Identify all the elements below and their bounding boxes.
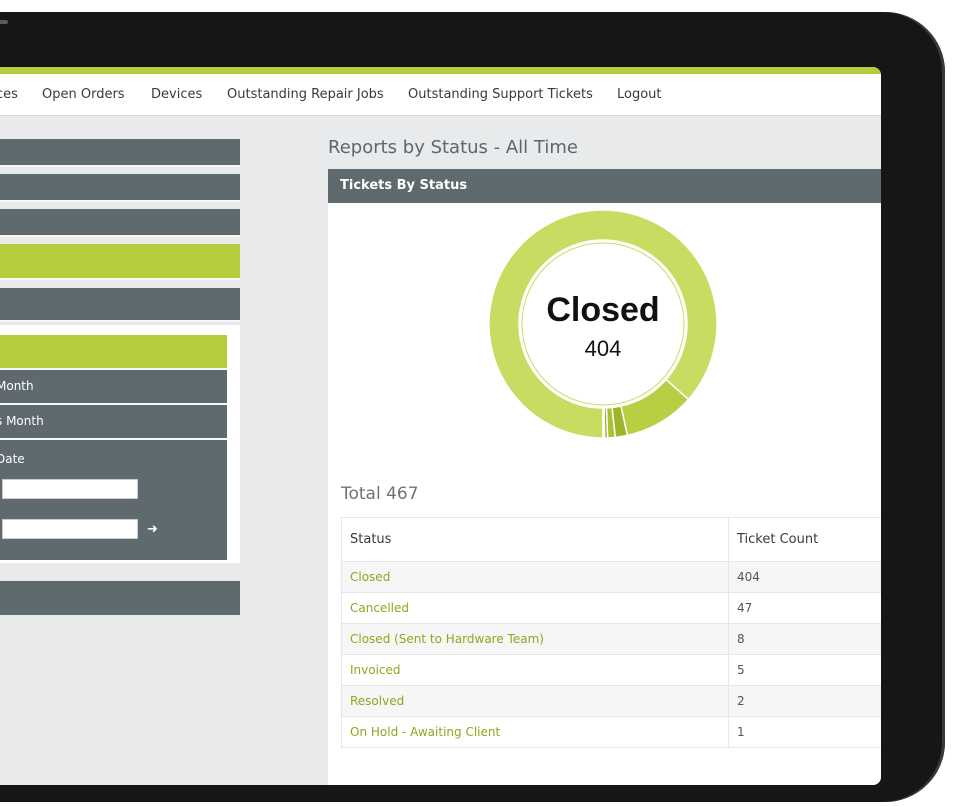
donut-slice-on-hold-awaiting-client[interactable]	[602, 407, 606, 439]
accent-line	[0, 67, 881, 74]
date-range-item-month[interactable]: Month	[0, 370, 227, 405]
date-range-item-label: Month	[0, 379, 34, 393]
date-range-item-this-month[interactable]: s Month	[0, 405, 227, 440]
column-header-status: Status	[341, 517, 729, 562]
status-link[interactable]: On Hold - Awaiting Client	[341, 716, 729, 748]
nav-item-outstanding-support-tickets[interactable]: Outstanding Support Tickets	[408, 87, 593, 102]
table-header-row: Status Ticket Count	[341, 517, 881, 562]
date-range-item-active[interactable]	[0, 335, 227, 370]
screen: ces Open Orders Devices Outstanding Repa…	[0, 67, 881, 785]
status-table: Status Ticket Count Closed 404 Cancelled…	[341, 517, 881, 748]
sidebar-item-active[interactable]	[0, 244, 240, 280]
ticket-count-cell: 2	[728, 685, 881, 717]
top-nav: ces Open Orders Devices Outstanding Repa…	[0, 74, 881, 116]
status-link[interactable]: Invoiced	[341, 654, 729, 686]
nav-item-partial[interactable]: ces	[0, 87, 18, 102]
sidebar-section-header[interactable]	[0, 288, 240, 322]
sidebar-bottom-item[interactable]	[0, 581, 240, 615]
tablet-frame: ces Open Orders Devices Outstanding Repa…	[0, 12, 945, 802]
sidebar-item-2[interactable]	[0, 174, 240, 202]
table-row: Closed (Sent to Hardware Team) 8	[341, 623, 881, 655]
column-header-ticket-count: Ticket Count	[728, 517, 881, 562]
camera-notch	[0, 20, 8, 24]
ticket-count-cell: 5	[728, 654, 881, 686]
donut-center-value: 404	[585, 336, 622, 361]
page-title: Reports by Status - All Time	[328, 137, 578, 158]
date-range-item-label: s Month	[0, 414, 44, 428]
custom-date-label: Date	[0, 452, 25, 466]
sidebar-item-1[interactable]	[0, 139, 240, 167]
tickets-by-status-card: Tickets By Status Closed 404 Total 467 S…	[328, 169, 881, 785]
ticket-count-cell: 8	[728, 623, 881, 655]
card-header: Tickets By Status	[328, 169, 881, 203]
ticket-count-cell: 1	[728, 716, 881, 748]
custom-date-block: Date ➜	[0, 440, 227, 560]
status-link[interactable]: Closed	[341, 561, 729, 593]
table-row: Cancelled 47	[341, 592, 881, 624]
table-row: Resolved 2	[341, 685, 881, 717]
table-row: On Hold - Awaiting Client 1	[341, 716, 881, 748]
nav-item-devices[interactable]: Devices	[151, 87, 202, 102]
ticket-count-cell: 47	[728, 592, 881, 624]
end-date-input[interactable]	[2, 519, 138, 539]
nav-item-open-orders[interactable]: Open Orders	[42, 87, 125, 102]
total-count: Total 467	[341, 484, 419, 504]
ticket-count-cell: 404	[728, 561, 881, 593]
status-donut-chart: Closed 404	[488, 209, 718, 439]
start-date-input[interactable]	[2, 479, 138, 499]
status-link[interactable]: Cancelled	[341, 592, 729, 624]
sidebar-item-3[interactable]	[0, 209, 240, 237]
donut-center-label: Closed	[546, 291, 659, 329]
status-link[interactable]: Closed (Sent to Hardware Team)	[341, 623, 729, 655]
table-row: Closed 404	[341, 561, 881, 593]
nav-item-logout[interactable]: Logout	[617, 87, 662, 102]
status-link[interactable]: Resolved	[341, 685, 729, 717]
nav-item-outstanding-repair-jobs[interactable]: Outstanding Repair Jobs	[227, 87, 384, 102]
table-row: Invoiced 5	[341, 654, 881, 686]
arrow-right-icon[interactable]: ➜	[147, 522, 158, 537]
